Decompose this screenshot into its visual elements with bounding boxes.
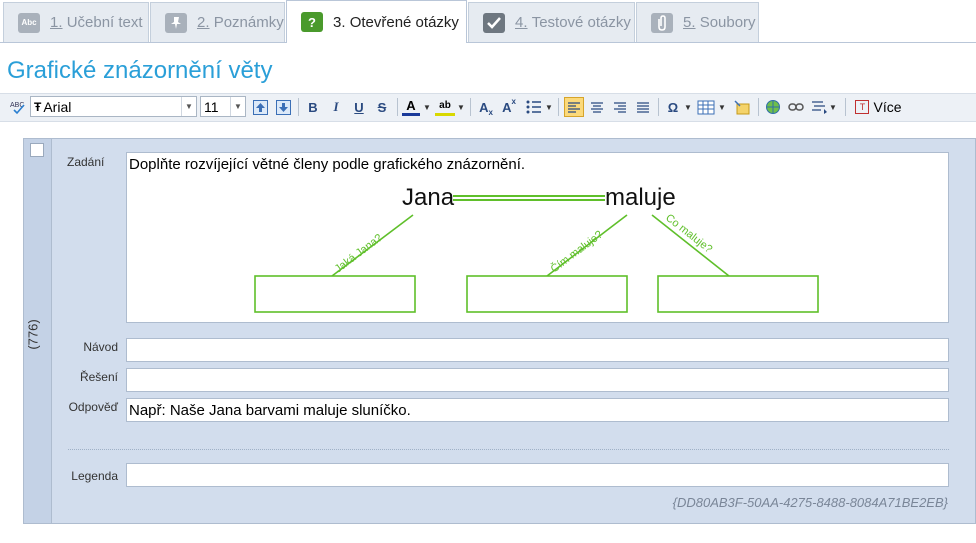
- editor-toolbar: ABC Ŧ Arial ▼ 11 ▼ B I U S A ▼ ab ▼ Ax A…: [0, 93, 976, 122]
- page-title: Grafické znázornění věty: [7, 57, 273, 84]
- chevron-down-icon[interactable]: ▼: [545, 97, 553, 117]
- question-number: (776): [25, 319, 41, 350]
- subject-word: Jana: [402, 184, 455, 211]
- tab-number: 4.: [515, 14, 528, 31]
- align-right-icon[interactable]: [610, 97, 630, 117]
- more-icon: T: [855, 100, 870, 114]
- tab-label: Testové otázky: [531, 14, 631, 31]
- tab-poznamky[interactable]: 2. Poznámky: [150, 2, 285, 42]
- table-icon[interactable]: [695, 97, 717, 117]
- special-char-button[interactable]: Ω: [664, 97, 682, 117]
- tab-label: Otevřené otázky: [349, 13, 459, 31]
- answer-box-2: [466, 275, 628, 313]
- font-name: Arial: [43, 98, 72, 115]
- checkmark-icon: [483, 12, 505, 33]
- subscript-glyph: A: [479, 99, 489, 115]
- odpoved-field[interactable]: Např: Naše Jana barvami maluje sluníčko.: [126, 398, 949, 422]
- spellcheck-icon[interactable]: ABC: [8, 97, 28, 117]
- chevron-down-icon: ▼: [181, 97, 196, 116]
- question-guid: {DD80AB3F-50AA-4275-8488-8084A71BE2EB}: [672, 495, 948, 510]
- tab-label: Poznámky: [213, 14, 284, 31]
- q1-label: Jaká Jana?: [333, 232, 385, 275]
- font-size-select[interactable]: 11 ▼: [200, 96, 246, 117]
- chevron-down-icon[interactable]: ▼: [684, 97, 692, 117]
- reseni-field[interactable]: [126, 368, 949, 392]
- decrease-font-icon[interactable]: [274, 97, 292, 117]
- font-select[interactable]: Ŧ Arial ▼: [30, 96, 197, 117]
- separator: [397, 98, 398, 116]
- section-divider: [68, 449, 949, 450]
- chevron-down-icon[interactable]: ▼: [423, 97, 431, 117]
- font-size-value: 11: [204, 98, 219, 115]
- tab-testove-otazky[interactable]: 4. Testové otázky: [468, 2, 635, 42]
- legenda-field[interactable]: [126, 463, 949, 487]
- question-icon: ?: [301, 12, 323, 32]
- chevron-down-icon[interactable]: ▼: [457, 97, 465, 117]
- superscript-button[interactable]: Ax: [499, 97, 519, 117]
- globe-link-icon[interactable]: [763, 97, 783, 117]
- tab-number: 5.: [683, 14, 696, 31]
- abc-icon: Abc: [18, 12, 40, 33]
- tab-number: 2.: [197, 14, 210, 31]
- bullet-list-icon[interactable]: [524, 97, 544, 117]
- zadani-label: Zadání: [67, 155, 105, 169]
- predicate-word: maluje: [605, 184, 676, 211]
- answer-box-1: [254, 275, 416, 313]
- align-center-icon[interactable]: [587, 97, 607, 117]
- more-label: Více: [873, 99, 902, 115]
- separator: [758, 98, 759, 116]
- link-icon[interactable]: [786, 97, 806, 117]
- sentence-diagram: Jana maluje Jaká Jana? Čím maluje? Co ma…: [254, 184, 819, 313]
- increase-font-icon[interactable]: [251, 97, 269, 117]
- subscript-mark: x: [488, 108, 493, 117]
- tab-divider: [0, 42, 976, 43]
- superscript-mark: x: [511, 97, 516, 106]
- tab-soubory[interactable]: 5. Soubory: [636, 2, 759, 42]
- legenda-label: Legenda: [71, 469, 118, 483]
- zadani-field[interactable]: Doplňte rozvíjející větné členy podle gr…: [126, 152, 949, 323]
- italic-button[interactable]: I: [327, 97, 345, 117]
- pin-icon: [165, 12, 187, 33]
- tab-bar: Abc 1. Učební text 2. Poznámky ? 3. Otev…: [0, 0, 976, 43]
- subscript-button[interactable]: Ax: [476, 97, 496, 118]
- answer-box-3: [657, 275, 819, 313]
- separator: [558, 98, 559, 116]
- tab-label: Učební text: [66, 14, 143, 31]
- underline-button[interactable]: U: [350, 97, 368, 117]
- tab-label: Soubory: [699, 14, 756, 31]
- highlight-button[interactable]: ab: [435, 97, 455, 116]
- paperclip-icon: [651, 12, 673, 33]
- chevron-down-icon[interactable]: ▼: [718, 97, 726, 117]
- reseni-label: Řešení: [79, 370, 118, 384]
- tab-number: 1.: [50, 14, 63, 31]
- align-left-icon[interactable]: [564, 97, 584, 117]
- bold-button[interactable]: B: [304, 97, 322, 117]
- chevron-down-icon: ▼: [230, 97, 245, 116]
- q3-line: [651, 214, 730, 277]
- tab-otevrene-otazky[interactable]: ? 3. Otevřené otázky: [286, 0, 467, 43]
- font-color-button[interactable]: A: [402, 97, 420, 116]
- chevron-down-icon[interactable]: ▼: [829, 97, 837, 117]
- navod-label: Návod: [83, 340, 118, 354]
- font-type-icon: Ŧ: [34, 99, 42, 114]
- insert-image-icon[interactable]: [732, 97, 752, 117]
- more-button[interactable]: T Více: [851, 97, 906, 117]
- question-side-column: (776): [24, 139, 52, 523]
- separator: [470, 98, 471, 116]
- paragraph-format-icon[interactable]: [809, 97, 829, 117]
- strikethrough-button[interactable]: S: [373, 97, 391, 117]
- q3-label: Co maluje?: [663, 212, 714, 256]
- tab-number: 3.: [333, 13, 346, 31]
- question-panel: (776) Zadání Doplňte rozvíjející větné č…: [23, 138, 976, 524]
- separator: [298, 98, 299, 116]
- separator: [845, 98, 846, 116]
- select-checkbox[interactable]: [30, 143, 44, 157]
- tab-ucebni-text[interactable]: Abc 1. Učební text: [3, 2, 149, 42]
- q2-label: Čím maluje?: [548, 228, 605, 276]
- superscript-glyph: A: [502, 99, 512, 115]
- align-justify-icon[interactable]: [633, 97, 653, 117]
- odpoved-label: Odpověď: [68, 400, 118, 414]
- separator: [658, 98, 659, 116]
- navod-field[interactable]: [126, 338, 949, 362]
